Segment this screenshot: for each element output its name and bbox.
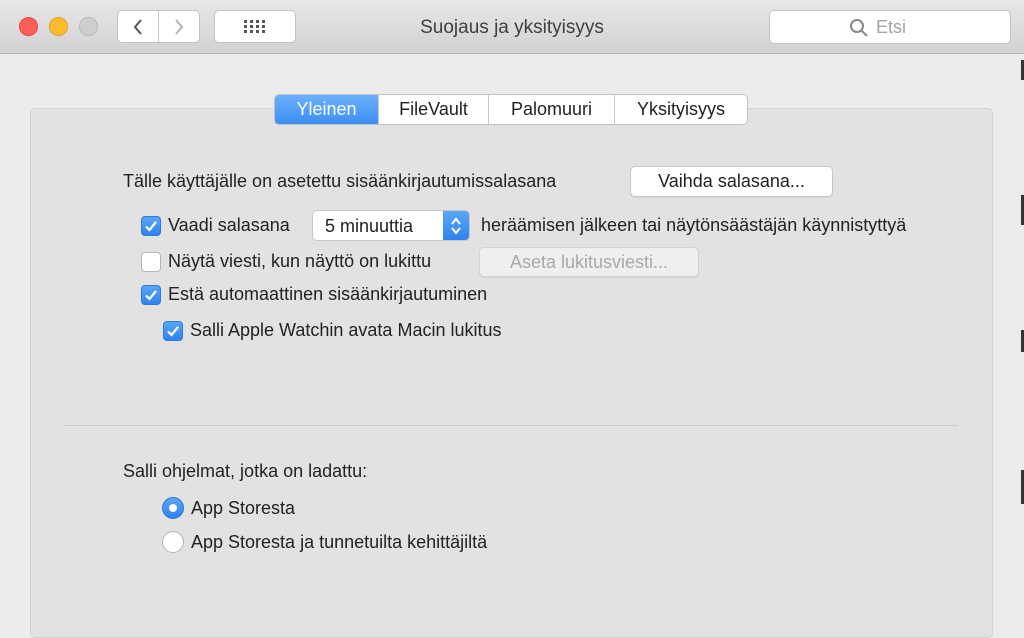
search-field[interactable]: Etsi [769,10,1011,44]
password-status-text: Tälle käyttäjälle on asetettu sisäänkirj… [123,171,557,191]
chevron-right-icon [175,18,184,35]
chevron-left-icon [133,18,142,35]
require-delay-value: 5 minuuttia [325,216,414,236]
search-placeholder: Etsi [876,17,907,37]
tab-filevault[interactable]: FileVault [378,95,488,124]
show-all-button[interactable] [214,10,296,43]
checkmark-icon [145,221,157,232]
window-title: Suojaus ja yksityisyys [420,17,604,38]
section-divider [64,425,958,426]
change-password-button[interactable]: Vaihda salasana... [630,166,833,197]
apple-watch-unlock-label: Salli Apple Watchin avata Macin lukitus [190,320,502,340]
radio-app-store-label: App Storesta [191,498,296,518]
checkmark-icon [145,290,157,301]
radio-app-store[interactable] [162,497,184,519]
require-delay-select[interactable]: 5 minuuttia [312,210,470,241]
zoom-button[interactable] [79,17,98,36]
back-button[interactable] [117,10,159,43]
up-down-arrows-icon [451,216,461,235]
title-bar: Suojaus ja yksityisyys Etsi [0,0,1024,54]
stepper-arrows [443,211,469,240]
radio-app-store-identified[interactable] [162,531,184,553]
require-password-label: Vaadi salasana [168,215,290,235]
show-message-checkbox[interactable] [141,252,161,272]
require-password-suffix: heräämisen jälkeen tai näytönsäästäjän k… [481,215,907,235]
minimize-button[interactable] [49,17,68,36]
tab-general[interactable]: Yleinen [275,95,378,124]
tab-privacy[interactable]: Yksityisyys [614,95,747,124]
grid-icon [244,19,265,33]
disable-autologin-checkbox[interactable] [141,285,161,305]
forward-button[interactable] [158,10,200,43]
search-icon [850,19,868,37]
show-message-label: Näytä viesti, kun näyttö on lukittu [168,251,432,271]
tab-firewall[interactable]: Palomuuri [488,95,614,124]
apple-watch-unlock-checkbox[interactable] [163,321,183,341]
tab-bar: Yleinen FileVault Palomuuri Yksityisyys [274,94,748,125]
radio-app-store-identified-label: App Storesta ja tunnetuilta kehittäjiltä [191,532,488,552]
checkmark-icon [167,326,179,337]
disable-autologin-label: Estä automaattinen sisäänkirjautuminen [168,284,488,304]
allow-apps-heading: Salli ohjelmat, jotka on ladattu: [123,461,368,481]
close-button[interactable] [19,17,38,36]
require-password-checkbox[interactable] [141,216,161,236]
set-lock-message-button[interactable]: Aseta lukitusviesti... [479,247,699,277]
